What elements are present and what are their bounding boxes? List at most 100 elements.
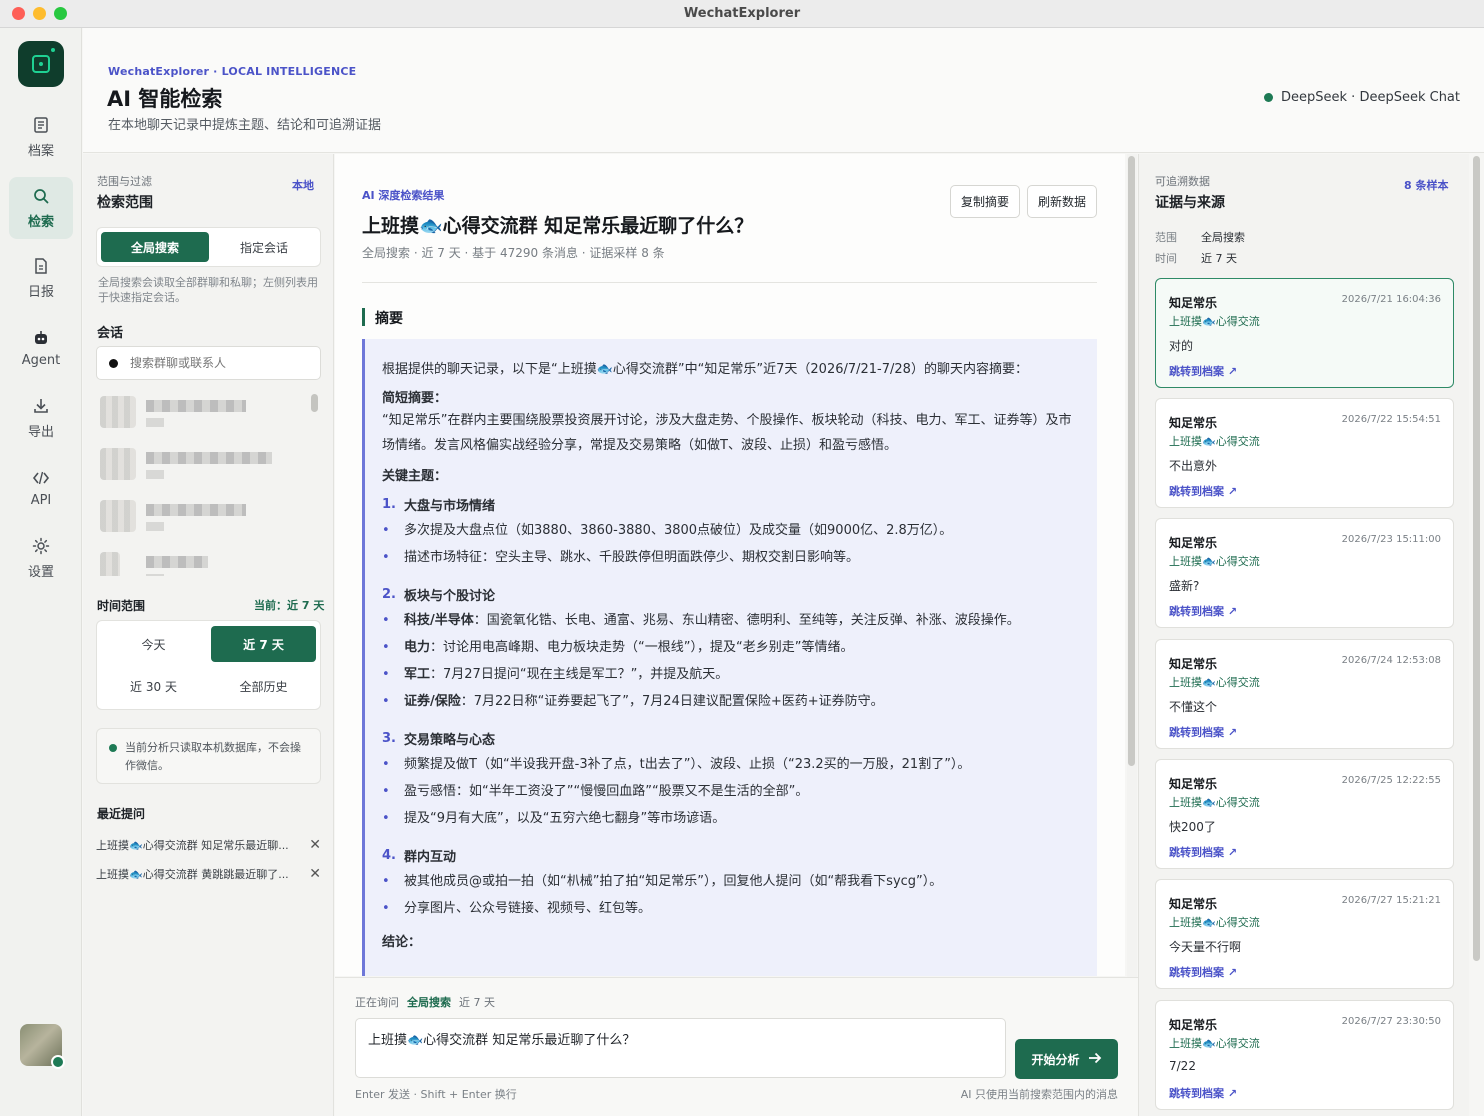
nav-label: 日报 — [27, 285, 54, 300]
list-item: • 描述市场特征：空头主导、跳水、千股跌停但明面跌停少、期权交割日影响等。 — [382, 550, 860, 565]
refresh-data-button[interactable]: 刷新数据 — [1027, 185, 1097, 218]
nav-item-settings[interactable]: 设置 — [9, 527, 73, 589]
summary-heading: 摘要 — [362, 308, 403, 327]
download-icon — [31, 396, 51, 416]
copy-summary-button[interactable]: 复制摘要 — [950, 185, 1020, 218]
page-subtitle: 在本地聊天记录中提炼主题、结论和可追溯证据 — [108, 118, 382, 133]
start-analysis-button[interactable]: 开始分析 — [1015, 1039, 1118, 1079]
jump-to-archive-link[interactable]: 跳转到档案 ↗ — [1169, 483, 1237, 499]
model-status-dot — [1264, 93, 1274, 102]
query-input[interactable]: 上班摸🐟心得交流群 知足常乐最近聊了什么？ — [355, 1018, 1006, 1078]
divider — [362, 282, 1097, 283]
nav-item-search[interactable]: 检索 — [9, 177, 73, 239]
nav-label: 导出 — [27, 425, 54, 440]
jump-to-archive-link[interactable]: 跳转到档案 ↗ — [1169, 1085, 1237, 1101]
conversation-label: 会话 — [97, 326, 124, 341]
list-item: • 电力：讨论用电高峰期、电力板块走势（“一根线”），提及“老乡别走”等情绪。 — [382, 640, 854, 655]
list-item: • 被其他成员@或拍一拍（如“朳械”拍了拍“知足常乐”），回复他人提问（如“帮我看… — [382, 874, 943, 889]
list-item: • 盈亏感悟：如“半年工资没了”“慢慢回血路”“股票又不是生活的全部”。 — [382, 784, 809, 799]
evidence-card[interactable]: 知足常乐 2026/7/21 16:04:36 上班摸🐟心得交流 对的 跳转到档案 … — [1155, 278, 1454, 388]
list-item[interactable] — [100, 444, 310, 484]
evidence-scope: 范围 全局搜索 — [1155, 231, 1245, 244]
title-bar: WechatExplorer — [0, 0, 1484, 28]
specific-chat-tab[interactable]: 指定会话 — [210, 232, 318, 262]
report-icon — [31, 256, 51, 276]
app-sidebar: 档案 检索 日报 Agent 导出 API 设置 — [0, 28, 82, 1116]
query-composer: 正在询问 全局搜索 近 7 天 上班摸🐟心得交流群 知足常乐最近聊了什么？ 开始… — [335, 977, 1138, 1116]
list-item[interactable] — [100, 496, 310, 536]
time-7d[interactable]: 近 7 天 — [211, 626, 316, 662]
jump-to-archive-link[interactable]: 跳转到档案 ↗ — [1169, 603, 1237, 619]
time-range-label: 时间范围 — [97, 599, 146, 613]
theme-heading: 2. 板块与个股讨论 — [382, 586, 496, 604]
result-meta: 全局搜索 · 近 7 天 · 基于 47290 条消息 · 证据采样 8 条 — [362, 246, 665, 260]
online-status-dot — [51, 1055, 65, 1069]
evidence-card[interactable]: 知足常乐 2026/7/24 12:53:08 上班摸🐟心得交流 不懂这个 跳转到档… — [1155, 639, 1454, 749]
jump-to-archive-link[interactable]: 跳转到档案 ↗ — [1169, 724, 1237, 740]
nav-item-daily-report[interactable]: 日报 — [9, 247, 73, 309]
close-window-button[interactable] — [12, 7, 25, 20]
privacy-status-dot — [109, 744, 117, 752]
list-item: • 科技/半导体：国瓷氧化锆、长电、通富、兆易、东山精密、德明利、至纯等，关注反弹… — [382, 613, 1020, 628]
user-avatar[interactable] — [20, 1024, 65, 1069]
zoom-window-button[interactable] — [54, 7, 67, 20]
theme-heading: 3. 交易策略与心态 — [382, 730, 496, 748]
nav-item-export[interactable]: 导出 — [9, 387, 73, 449]
conversation-scrollbar[interactable] — [311, 392, 318, 578]
result-title: 上班摸🐟心得交流群 知足常乐最近聊了什么？ — [362, 215, 754, 237]
result-scrollbar[interactable] — [1127, 154, 1137, 1116]
nav-label: 检索 — [27, 215, 54, 230]
model-indicator[interactable]: DeepSeek · DeepSeek Chat — [1264, 90, 1460, 105]
close-icon[interactable]: ✕ — [309, 837, 321, 853]
list-item: • 频繁提及做T（如“半设我开盘-3补了点，t出去了”）、波段、止损（“23.2买… — [382, 757, 971, 772]
global-search-tab[interactable]: 全局搜索 — [101, 232, 209, 262]
conclusion-heading: 结论： — [382, 935, 422, 950]
list-item: • 证券/保险：7月22日称“证券要起飞了”，7月24日建议配置保险+医药+证券防… — [382, 694, 884, 709]
nav-label: Agent — [21, 353, 61, 368]
evidence-card[interactable]: 知足常乐 2026/7/27 23:30:50 上班摸🐟心得交流 7/22 跳转到档… — [1155, 1000, 1454, 1110]
evidence-time: 时间近 7 天 — [1155, 252, 1237, 265]
conversation-list — [96, 390, 321, 576]
evidence-small-label: 可追溯数据 — [1155, 175, 1210, 188]
privacy-notice: 当前分析只读取本机数据库，不会操作微信。 — [96, 728, 321, 784]
evidence-scrollbar[interactable] — [1472, 154, 1482, 1116]
summary-intro: 根据提供的聊天记录，以下是“上班摸🐟心得交流群”中“知足常乐”近7天（2026/… — [382, 362, 1028, 377]
evidence-card[interactable]: 知足常乐 2026/7/25 12:22:55 上班摸🐟心得交流 快200了 跳转到… — [1155, 759, 1454, 869]
theme-heading: 1. 大盘与市场情绪 — [382, 496, 496, 514]
evidence-card[interactable]: 知足常乐 2026/7/23 15:11:00 上班摸🐟心得交流 盛新? 跳转到档案… — [1155, 518, 1454, 628]
themes-heading: 关键主题： — [382, 469, 448, 484]
close-icon[interactable]: ✕ — [309, 866, 321, 882]
list-item: • 分享图片、公众号链接、视频号、红包等。 — [382, 901, 652, 916]
nav-item-api[interactable]: API — [9, 457, 73, 519]
scope-panel: 范围与过滤 检索范围 本地 全局搜索 指定会话 全局搜索会读取全部群聊和私聊；左… — [83, 154, 334, 1116]
list-item: • 提及“9月有大底”，以及“五穷六绝七翻身”等市场谚语。 — [382, 811, 726, 826]
keyboard-hint: Enter 发送 · Shift + Enter 换行 — [355, 1088, 517, 1101]
evidence-card[interactable]: 知足常乐 2026/7/22 15:54:51 上班摸🐟心得交流 不出意外 跳转到档… — [1155, 398, 1454, 508]
list-item[interactable] — [100, 392, 310, 432]
time-30d[interactable]: 近 30 天 — [101, 668, 206, 704]
list-item: • 多次提及大盘点位（如3880、3860-3880、3800点破位）及成交量（如… — [382, 523, 953, 538]
time-current: 当前：近 7 天 — [254, 599, 325, 612]
time-all[interactable]: 全部历史 — [211, 668, 316, 704]
list-item: • 军工：7月27日提问“现在主线是军工？”，并提及航天。 — [382, 667, 729, 682]
sample-count-badge: 8 条样本 — [1404, 179, 1449, 192]
scope-note: 全局搜索会读取全部群聊和私聊；左侧列表用于快速指定会话。 — [98, 276, 318, 304]
jump-to-archive-link[interactable]: 跳转到档案 ↗ — [1169, 844, 1237, 860]
arrow-right-icon — [1088, 1052, 1102, 1067]
nav-item-agent[interactable]: Agent — [9, 317, 73, 379]
minimize-window-button[interactable] — [33, 7, 46, 20]
local-badge: 本地 — [292, 179, 314, 192]
list-item[interactable] — [100, 548, 310, 576]
result-kicker: AI 深度检索结果 — [362, 189, 445, 202]
evidence-card[interactable]: 知足常乐 2026/7/27 15:21:21 上班摸🐟心得交流 今天量不行啊 跳转… — [1155, 879, 1454, 989]
theme-heading: 4. 群内互动 — [382, 847, 457, 865]
jump-to-archive-link[interactable]: 跳转到档案 ↗ — [1169, 363, 1237, 379]
window-title: WechatExplorer — [683, 6, 801, 21]
conversation-search-input[interactable] — [130, 356, 300, 370]
time-today[interactable]: 今天 — [101, 626, 206, 662]
recent-question-item[interactable]: 上班摸🐟心得交流群 知足常乐最近聊... ✕ — [96, 834, 321, 856]
nav-item-archive[interactable]: 档案 — [9, 106, 73, 168]
recent-question-item[interactable]: 上班摸🐟心得交流群 黄跳跳最近聊了... ✕ — [96, 863, 321, 885]
evidence-title: 证据与来源 — [1155, 195, 1225, 211]
jump-to-archive-link[interactable]: 跳转到档案 ↗ — [1169, 964, 1237, 980]
